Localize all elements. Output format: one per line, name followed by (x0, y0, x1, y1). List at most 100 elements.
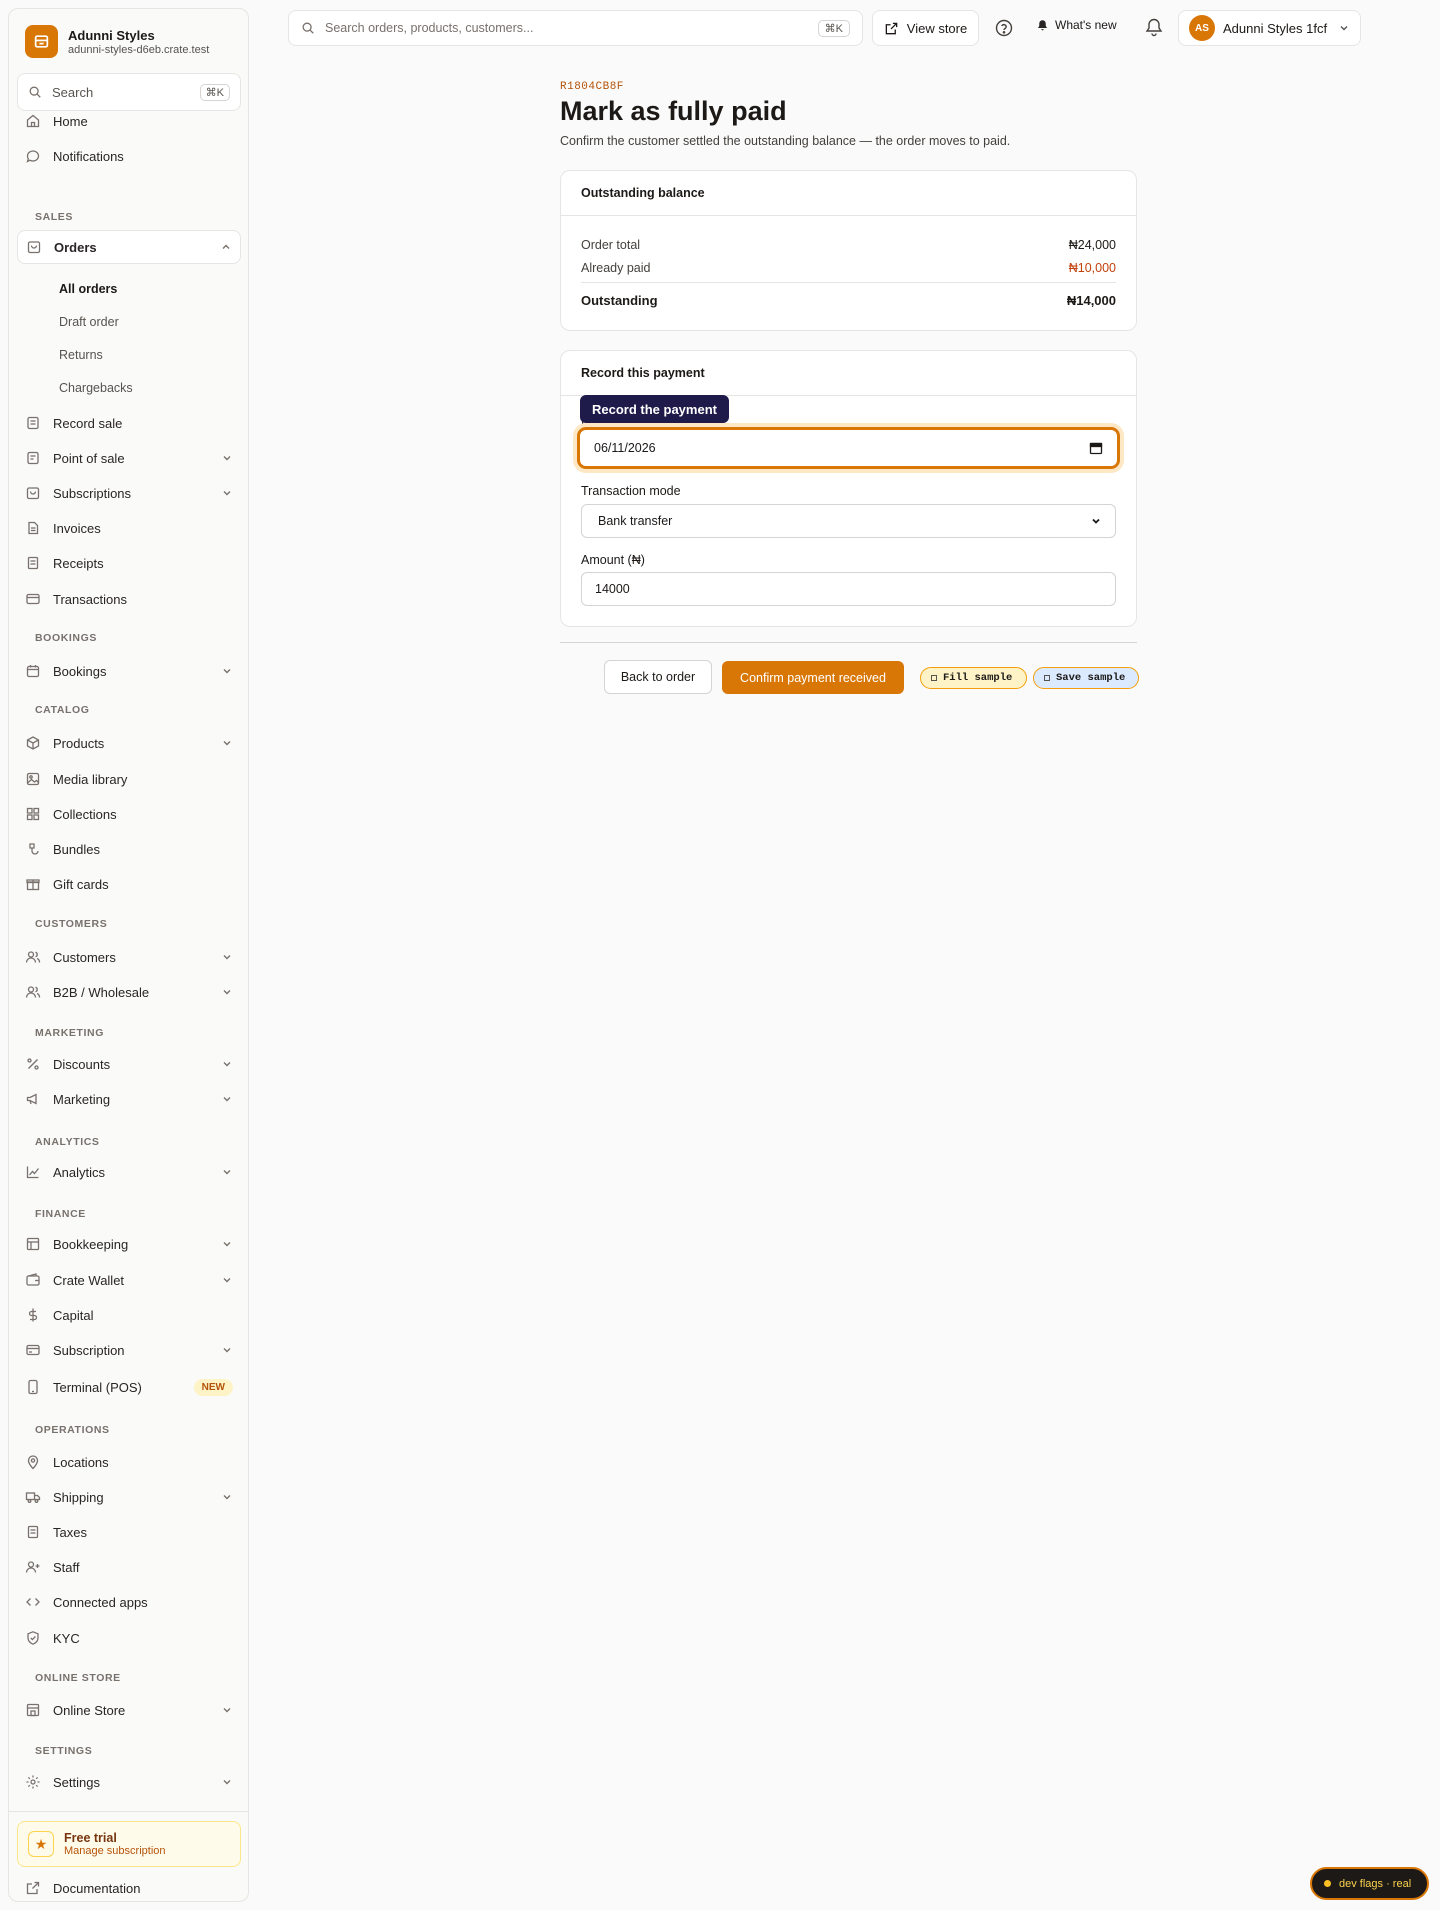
chevron-down-icon (221, 986, 233, 998)
sidebar-item-customers[interactable]: Customers (17, 942, 241, 972)
section-label-marketing: MARKETING (35, 1027, 104, 1039)
chevron-down-icon (221, 951, 233, 963)
sidebar-item-terminal-pos[interactable]: Terminal (POS) NEW (17, 1372, 241, 1402)
megaphone-icon (25, 1091, 41, 1107)
sidebar-item-label: Bundles (53, 841, 100, 857)
sidebar: Adunni Styles adunni-styles-d6eb.crate.t… (8, 8, 249, 1902)
back-to-order-button[interactable]: Back to order (604, 660, 712, 694)
sidebar-item-bookings[interactable]: Bookings (17, 656, 241, 686)
record-payment-tooltip: Record the payment (580, 395, 729, 423)
sidebar-item-invoices[interactable]: Invoices (17, 513, 241, 543)
sidebar-item-label: Settings (53, 1774, 100, 1790)
sidebar-item-staff[interactable]: Staff (17, 1552, 241, 1582)
sidebar-item-label: Taxes (53, 1524, 87, 1540)
already-paid-row: Already paid ₦10,000 (581, 261, 1116, 275)
external-link-icon (25, 1880, 41, 1896)
confirm-payment-button[interactable]: Confirm payment received (722, 661, 904, 694)
chevron-down-icon (221, 665, 233, 677)
credit-card-icon (25, 1342, 41, 1358)
search-shortcut: ⌘K (817, 19, 850, 37)
sidebar-item-products[interactable]: Products (17, 728, 241, 758)
amount-input[interactable]: 14000 (581, 572, 1116, 606)
account-menu[interactable]: AS Adunni Styles 1fcf (1178, 10, 1361, 46)
manage-subscription-link[interactable]: Manage subscription (64, 1845, 166, 1857)
chevron-down-icon (221, 1274, 233, 1286)
sidebar-item-label: Point of sale (53, 450, 125, 466)
bundle-icon (25, 841, 41, 857)
sidebar-item-receipts[interactable]: Receipts (17, 548, 241, 578)
help-icon[interactable] (994, 18, 1014, 38)
sidebar-item-record-sale[interactable]: Record sale (17, 408, 241, 438)
sidebar-item-media-library[interactable]: Media library (17, 764, 241, 794)
sidebar-item-home[interactable]: Home (17, 106, 241, 136)
sidebar-item-label: Receipts (53, 555, 104, 571)
sidebar-item-documentation[interactable]: Documentation (17, 1873, 241, 1903)
outstanding-row: Outstanding ₦14,000 (581, 293, 1116, 308)
sidebar-item-online-store[interactable]: Online Store (17, 1695, 241, 1725)
sidebar-item-bookkeeping[interactable]: Bookkeeping (17, 1229, 241, 1259)
sidebar-item-point-of-sale[interactable]: Point of sale (17, 443, 241, 473)
sidebar-item-label: Capital (53, 1307, 94, 1323)
save-sample-button[interactable]: Save sample (1033, 667, 1139, 689)
chevron-down-icon (221, 452, 233, 464)
whats-new-label: What's new (1055, 18, 1117, 32)
calendar-icon (25, 663, 41, 679)
card-heading: Record this payment (561, 351, 1136, 396)
sidebar-item-label: Bookings (53, 663, 107, 679)
sidebar-subitem-draft-order[interactable]: Draft order (59, 315, 119, 329)
new-badge: NEW (193, 1378, 233, 1396)
chevron-down-icon (221, 1058, 233, 1070)
sidebar-item-orders[interactable]: Orders (17, 230, 241, 264)
sidebar-item-b2b-wholesale[interactable]: B2B / Wholesale (17, 977, 241, 1007)
sidebar-item-locations[interactable]: Locations (17, 1447, 241, 1477)
chat-bubble-icon (25, 148, 41, 164)
sidebar-item-label: Connected apps (53, 1594, 148, 1610)
sidebar-item-label: Home (53, 113, 88, 129)
sidebar-item-crate-wallet[interactable]: Crate Wallet (17, 1265, 241, 1295)
status-dot-icon (1324, 1880, 1331, 1887)
notifications-bell-icon[interactable] (1144, 17, 1164, 37)
fill-sample-button[interactable]: Fill sample (920, 667, 1027, 689)
sidebar-item-label: Locations (53, 1454, 109, 1470)
payment-date-input[interactable]: 06/11/2026 (577, 427, 1120, 469)
brand[interactable]: Adunni Styles adunni-styles-d6eb.crate.t… (25, 25, 209, 58)
sidebar-item-settings[interactable]: Settings (17, 1767, 241, 1797)
sidebar-item-capital[interactable]: Capital (17, 1300, 241, 1330)
sidebar-item-connected-apps[interactable]: Connected apps (17, 1587, 241, 1617)
credit-card-icon (25, 591, 41, 607)
sidebar-item-transactions[interactable]: Transactions (17, 584, 241, 614)
sidebar-subitem-returns[interactable]: Returns (59, 348, 103, 362)
global-search-input[interactable]: Search orders, products, customers... ⌘K (288, 10, 863, 46)
search-shortcut: ⌘K (199, 83, 230, 101)
sidebar-item-subscription[interactable]: Subscription (17, 1335, 241, 1365)
sidebar-item-analytics[interactable]: Analytics (17, 1157, 241, 1187)
sidebar-item-gift-cards[interactable]: Gift cards (17, 869, 241, 899)
global-search-placeholder: Search orders, products, customers... (325, 21, 534, 35)
sidebar-item-shipping[interactable]: Shipping (17, 1482, 241, 1512)
sidebar-item-notifications[interactable]: Notifications (17, 141, 241, 171)
calendar-icon[interactable] (1089, 441, 1103, 455)
whats-new-button[interactable]: What's new (1036, 18, 1117, 32)
user-plus-icon (25, 1559, 41, 1575)
sidebar-item-taxes[interactable]: Taxes (17, 1517, 241, 1547)
sidebar-item-label: Collections (53, 806, 117, 822)
section-label-settings: SETTINGS (35, 1745, 93, 1757)
square-icon (931, 675, 937, 681)
sidebar-item-bundles[interactable]: Bundles (17, 834, 241, 864)
star-icon: ★ (28, 1831, 54, 1857)
view-store-button[interactable]: View store (872, 10, 979, 46)
sidebar-item-marketing[interactable]: Marketing (17, 1084, 241, 1114)
transaction-mode-select[interactable]: Bank transfer (581, 504, 1116, 538)
sidebar-subitem-all-orders[interactable]: All orders (59, 282, 117, 296)
dev-flags-button[interactable]: dev flags · real (1310, 1867, 1429, 1900)
sidebar-item-label: Orders (54, 239, 97, 255)
free-trial-card[interactable]: ★ Free trial Manage subscription (17, 1821, 241, 1867)
sidebar-item-collections[interactable]: Collections (17, 799, 241, 829)
chevron-down-icon (221, 1093, 233, 1105)
storefront-icon (25, 1702, 41, 1718)
sidebar-item-discounts[interactable]: Discounts (17, 1049, 241, 1079)
dollar-icon (25, 1307, 41, 1323)
sidebar-item-kyc[interactable]: KYC (17, 1623, 241, 1653)
sidebar-subitem-chargebacks[interactable]: Chargebacks (59, 381, 133, 395)
sidebar-item-subscriptions[interactable]: Subscriptions (17, 478, 241, 508)
